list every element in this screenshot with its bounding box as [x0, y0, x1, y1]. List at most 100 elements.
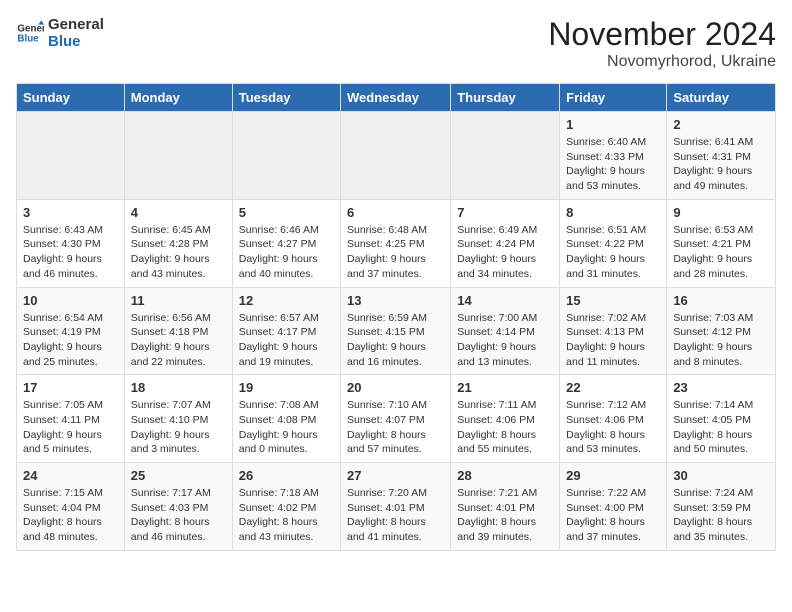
day-number: 15	[566, 293, 660, 308]
calendar-cell: 27 Sunrise: 7:20 AM Sunset: 4:01 PM Dayli…	[341, 463, 451, 551]
calendar-cell: 24 Sunrise: 7:15 AM Sunset: 4:04 PM Dayli…	[17, 463, 125, 551]
day-number: 5	[239, 205, 334, 220]
day-info: Sunrise: 6:43 AM Sunset: 4:30 PM Dayligh…	[23, 223, 118, 282]
day-info: Sunrise: 7:10 AM Sunset: 4:07 PM Dayligh…	[347, 398, 444, 457]
day-info: Sunrise: 7:08 AM Sunset: 4:08 PM Dayligh…	[239, 398, 334, 457]
week-row-3: 17 Sunrise: 7:05 AM Sunset: 4:11 PM Dayli…	[17, 375, 776, 463]
day-number: 8	[566, 205, 660, 220]
day-number: 22	[566, 380, 660, 395]
day-number: 27	[347, 468, 444, 483]
day-info: Sunrise: 7:07 AM Sunset: 4:10 PM Dayligh…	[131, 398, 226, 457]
day-number: 16	[673, 293, 769, 308]
day-info: Sunrise: 6:41 AM Sunset: 4:31 PM Dayligh…	[673, 135, 769, 194]
calendar-cell	[17, 112, 125, 200]
calendar-cell: 17 Sunrise: 7:05 AM Sunset: 4:11 PM Dayli…	[17, 375, 125, 463]
calendar-cell: 2 Sunrise: 6:41 AM Sunset: 4:31 PM Daylig…	[667, 112, 776, 200]
calendar-cell	[232, 112, 340, 200]
day-info: Sunrise: 7:03 AM Sunset: 4:12 PM Dayligh…	[673, 311, 769, 370]
day-number: 9	[673, 205, 769, 220]
day-number: 19	[239, 380, 334, 395]
day-number: 23	[673, 380, 769, 395]
svg-text:Blue: Blue	[17, 33, 39, 44]
location: Novomyrhorod, Ukraine	[548, 53, 776, 71]
header-wednesday: Wednesday	[341, 84, 451, 112]
day-info: Sunrise: 6:53 AM Sunset: 4:21 PM Dayligh…	[673, 223, 769, 282]
calendar-cell: 18 Sunrise: 7:07 AM Sunset: 4:10 PM Dayli…	[124, 375, 232, 463]
day-info: Sunrise: 7:21 AM Sunset: 4:01 PM Dayligh…	[457, 486, 553, 545]
calendar-cell: 21Sunrise: 7:11 AM Sunset: 4:06 PM Dayli…	[451, 375, 560, 463]
calendar-cell: 15 Sunrise: 7:02 AM Sunset: 4:13 PM Dayli…	[560, 287, 667, 375]
day-number: 25	[131, 468, 226, 483]
header-sunday: Sunday	[17, 84, 125, 112]
day-number: 2	[673, 117, 769, 132]
day-number: 3	[23, 205, 118, 220]
calendar-cell: 20 Sunrise: 7:10 AM Sunset: 4:07 PM Dayli…	[341, 375, 451, 463]
calendar-cell: 1Sunrise: 6:40 AM Sunset: 4:33 PM Daylig…	[560, 112, 667, 200]
day-info: Sunrise: 7:05 AM Sunset: 4:11 PM Dayligh…	[23, 398, 118, 457]
calendar-cell: 29Sunrise: 7:22 AM Sunset: 4:00 PM Dayli…	[560, 463, 667, 551]
header-tuesday: Tuesday	[232, 84, 340, 112]
week-row-4: 24 Sunrise: 7:15 AM Sunset: 4:04 PM Dayli…	[17, 463, 776, 551]
calendar-cell	[341, 112, 451, 200]
day-number: 20	[347, 380, 444, 395]
calendar-cell: 25 Sunrise: 7:17 AM Sunset: 4:03 PM Dayli…	[124, 463, 232, 551]
calendar-cell: 19 Sunrise: 7:08 AM Sunset: 4:08 PM Dayli…	[232, 375, 340, 463]
calendar-cell: 13 Sunrise: 6:59 AM Sunset: 4:15 PM Dayli…	[341, 287, 451, 375]
header-friday: Friday	[560, 84, 667, 112]
day-info: Sunrise: 6:45 AM Sunset: 4:28 PM Dayligh…	[131, 223, 226, 282]
calendar-cell: 26 Sunrise: 7:18 AM Sunset: 4:02 PM Dayli…	[232, 463, 340, 551]
day-number: 11	[131, 293, 226, 308]
day-number: 24	[23, 468, 118, 483]
day-number: 12	[239, 293, 334, 308]
calendar-cell: 5 Sunrise: 6:46 AM Sunset: 4:27 PM Daylig…	[232, 199, 340, 287]
day-info: Sunrise: 7:15 AM Sunset: 4:04 PM Dayligh…	[23, 486, 118, 545]
day-number: 30	[673, 468, 769, 483]
day-info: Sunrise: 6:59 AM Sunset: 4:15 PM Dayligh…	[347, 311, 444, 370]
day-number: 13	[347, 293, 444, 308]
day-info: Sunrise: 6:54 AM Sunset: 4:19 PM Dayligh…	[23, 311, 118, 370]
calendar-header-row: SundayMondayTuesdayWednesdayThursdayFrid…	[17, 84, 776, 112]
day-info: Sunrise: 6:56 AM Sunset: 4:18 PM Dayligh…	[131, 311, 226, 370]
day-info: Sunrise: 6:49 AM Sunset: 4:24 PM Dayligh…	[457, 223, 553, 282]
header-thursday: Thursday	[451, 84, 560, 112]
day-number: 26	[239, 468, 334, 483]
day-number: 6	[347, 205, 444, 220]
week-row-1: 3 Sunrise: 6:43 AM Sunset: 4:30 PM Daylig…	[17, 199, 776, 287]
calendar-cell	[124, 112, 232, 200]
month-title: November 2024	[548, 16, 776, 53]
day-number: 4	[131, 205, 226, 220]
day-number: 28	[457, 468, 553, 483]
calendar-cell: 16 Sunrise: 7:03 AM Sunset: 4:12 PM Dayli…	[667, 287, 776, 375]
logo-line1: General	[48, 16, 104, 33]
calendar-cell: 3 Sunrise: 6:43 AM Sunset: 4:30 PM Daylig…	[17, 199, 125, 287]
calendar-cell: 7 Sunrise: 6:49 AM Sunset: 4:24 PM Daylig…	[451, 199, 560, 287]
day-number: 7	[457, 205, 553, 220]
calendar-cell: 11 Sunrise: 6:56 AM Sunset: 4:18 PM Dayli…	[124, 287, 232, 375]
calendar-cell: 8Sunrise: 6:51 AM Sunset: 4:22 PM Daylig…	[560, 199, 667, 287]
day-info: Sunrise: 7:17 AM Sunset: 4:03 PM Dayligh…	[131, 486, 226, 545]
day-number: 17	[23, 380, 118, 395]
calendar-cell: 4 Sunrise: 6:45 AM Sunset: 4:28 PM Daylig…	[124, 199, 232, 287]
calendar-cell: 23 Sunrise: 7:14 AM Sunset: 4:05 PM Dayli…	[667, 375, 776, 463]
page-header: General Blue General Blue November 2024 …	[16, 16, 776, 71]
day-info: Sunrise: 7:02 AM Sunset: 4:13 PM Dayligh…	[566, 311, 660, 370]
day-number: 14	[457, 293, 553, 308]
day-info: Sunrise: 7:24 AM Sunset: 3:59 PM Dayligh…	[673, 486, 769, 545]
calendar-cell: 14Sunrise: 7:00 AM Sunset: 4:14 PM Dayli…	[451, 287, 560, 375]
day-number: 29	[566, 468, 660, 483]
day-info: Sunrise: 6:48 AM Sunset: 4:25 PM Dayligh…	[347, 223, 444, 282]
day-info: Sunrise: 7:14 AM Sunset: 4:05 PM Dayligh…	[673, 398, 769, 457]
day-info: Sunrise: 6:46 AM Sunset: 4:27 PM Dayligh…	[239, 223, 334, 282]
calendar-cell: 30 Sunrise: 7:24 AM Sunset: 3:59 PM Dayli…	[667, 463, 776, 551]
calendar-cell: 10Sunrise: 6:54 AM Sunset: 4:19 PM Dayli…	[17, 287, 125, 375]
day-number: 18	[131, 380, 226, 395]
calendar-cell: 12 Sunrise: 6:57 AM Sunset: 4:17 PM Dayli…	[232, 287, 340, 375]
calendar-table: SundayMondayTuesdayWednesdayThursdayFrid…	[16, 83, 776, 551]
day-info: Sunrise: 7:20 AM Sunset: 4:01 PM Dayligh…	[347, 486, 444, 545]
day-number: 1	[566, 117, 660, 132]
day-info: Sunrise: 6:57 AM Sunset: 4:17 PM Dayligh…	[239, 311, 334, 370]
day-info: Sunrise: 7:12 AM Sunset: 4:06 PM Dayligh…	[566, 398, 660, 457]
logo: General Blue General Blue	[16, 16, 104, 50]
header-monday: Monday	[124, 84, 232, 112]
day-info: Sunrise: 7:18 AM Sunset: 4:02 PM Dayligh…	[239, 486, 334, 545]
